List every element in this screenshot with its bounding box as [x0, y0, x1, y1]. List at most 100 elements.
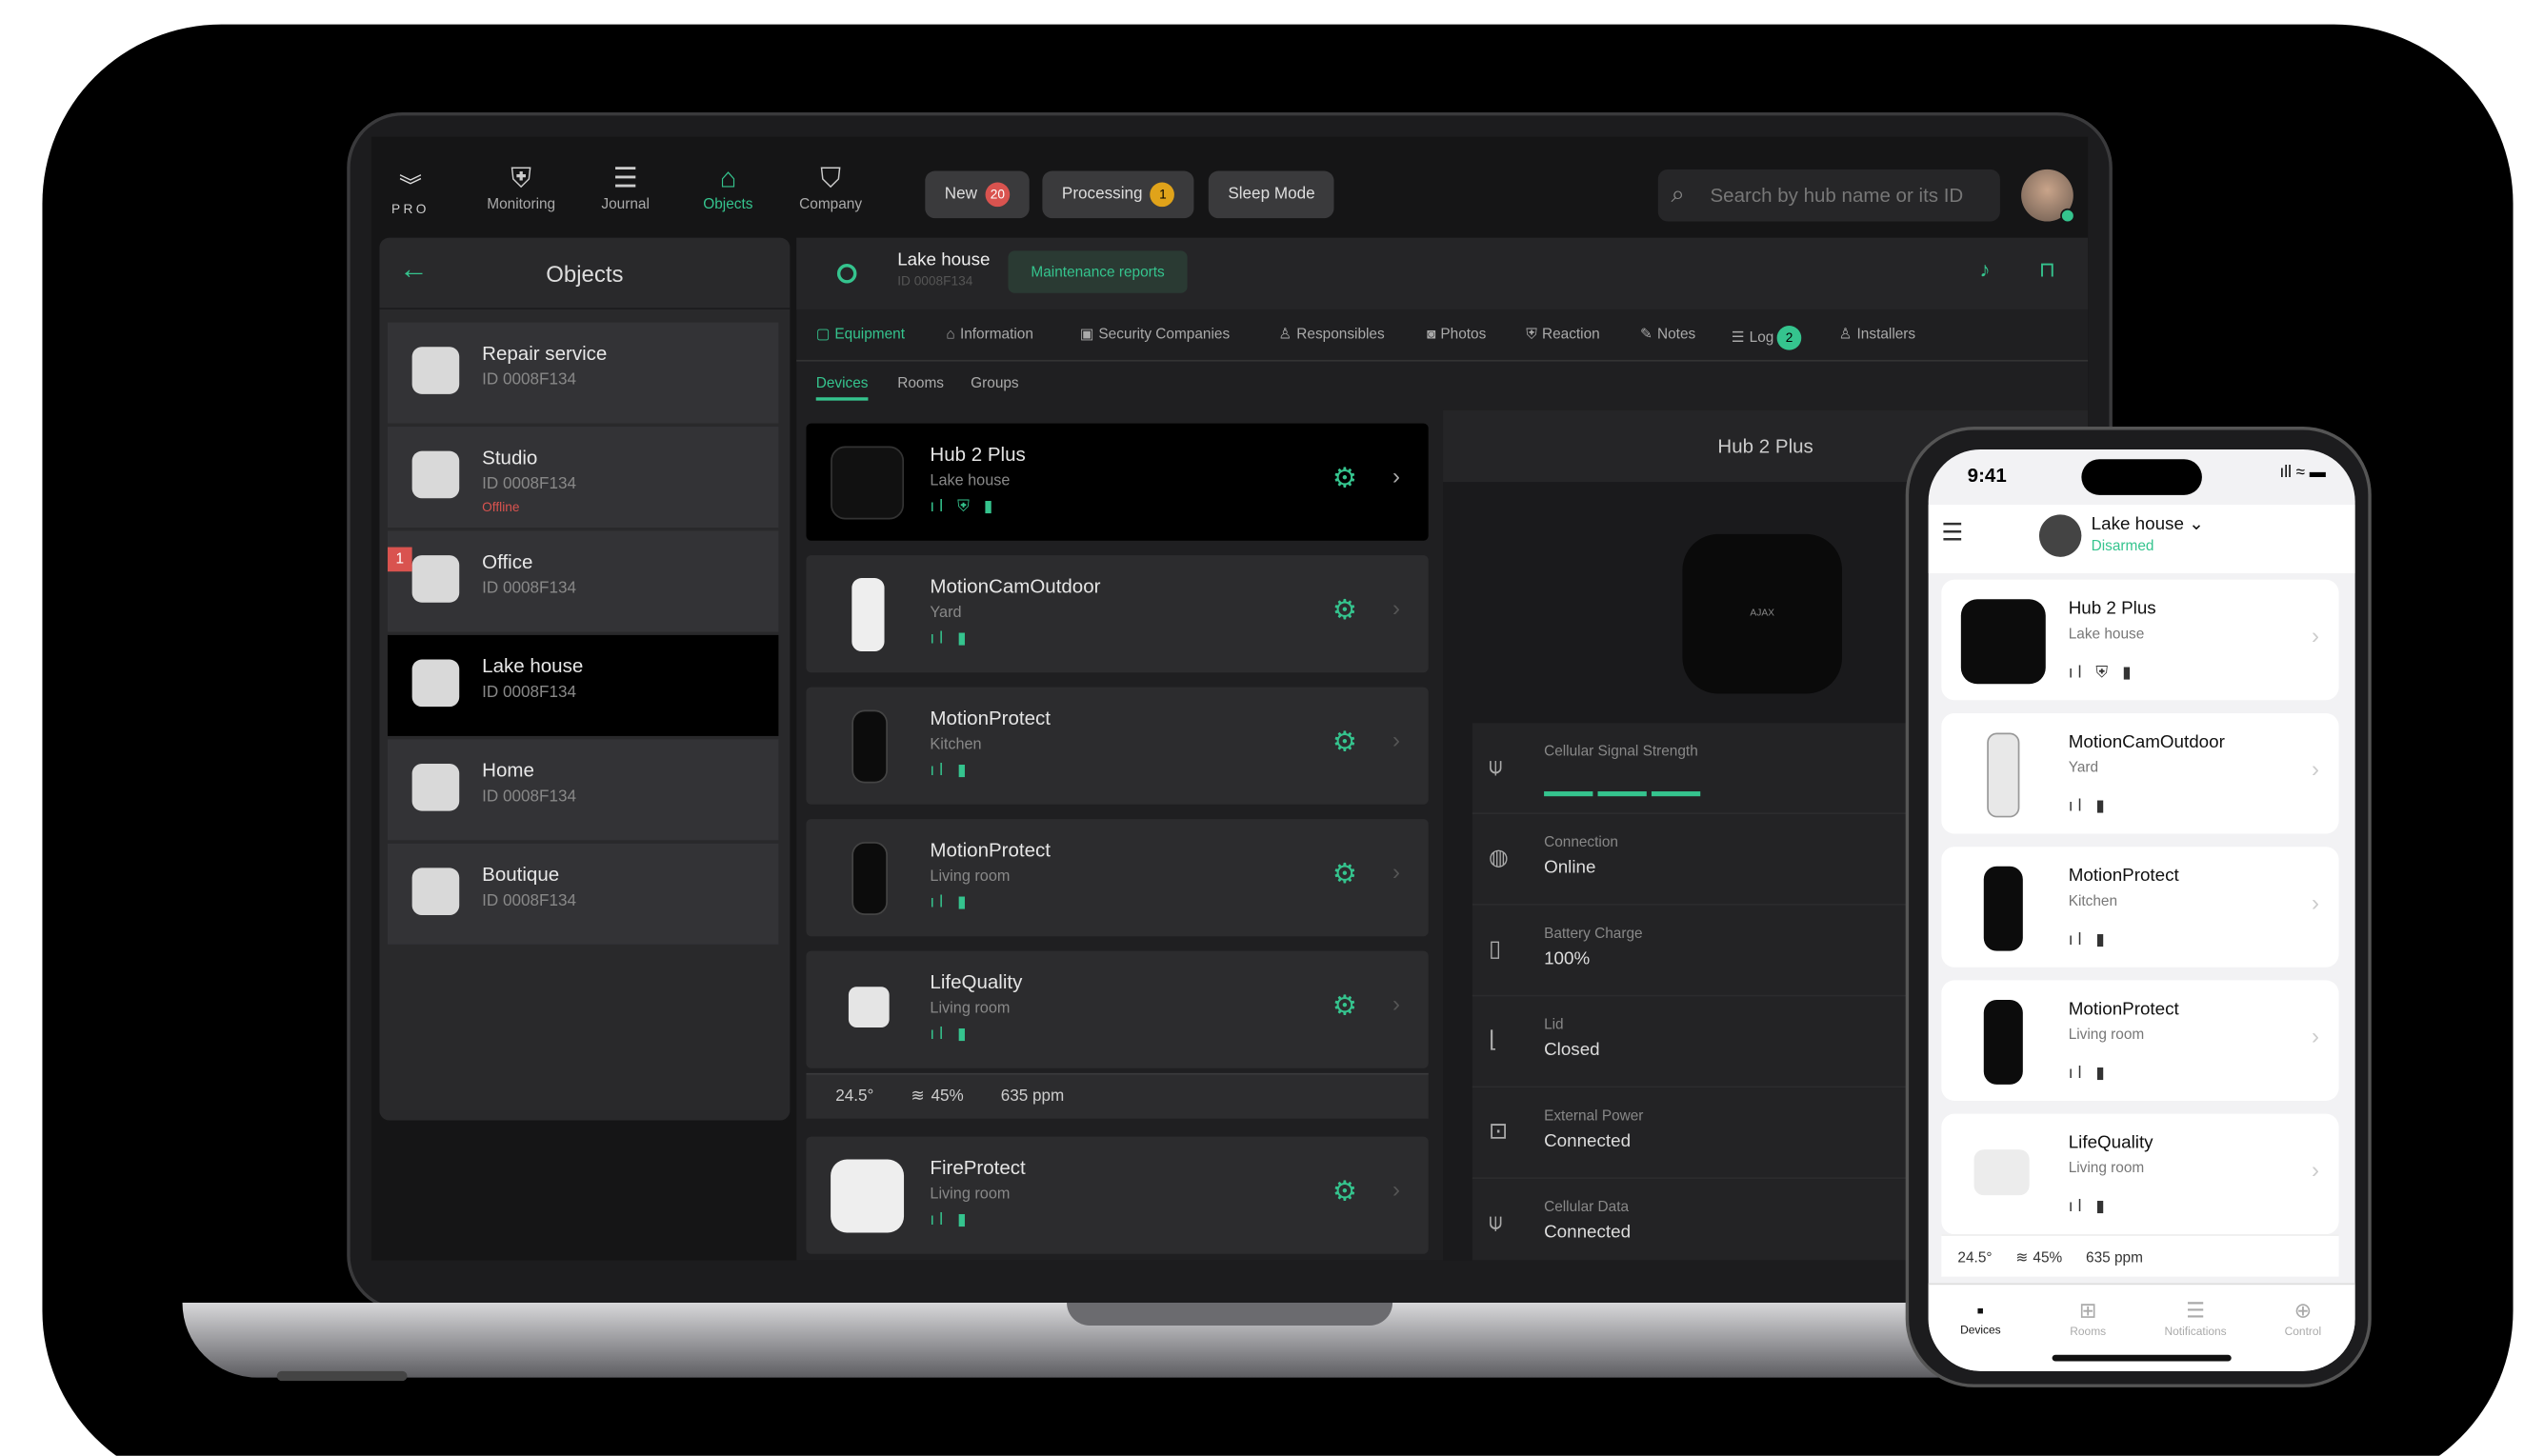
log-icon: ☰	[1731, 329, 1745, 346]
maintenance-reports-button[interactable]: Maintenance reports	[1008, 250, 1188, 293]
user-avatar[interactable]	[2021, 169, 2075, 224]
motionprotect-image	[851, 842, 888, 916]
motionprotect-image	[851, 709, 888, 784]
device-subtabs: Devices Rooms Groups	[796, 362, 2088, 410]
device-status-icons: ıl ▮	[2068, 931, 2110, 949]
device-row[interactable]: MotionProtect Kitchen ıl ▮ ⚙ ›	[806, 687, 1429, 805]
lock-icon[interactable]: ⊓	[2039, 257, 2055, 283]
log-count-badge: 2	[1776, 326, 1802, 350]
nav-objects[interactable]: ⌂ Objects	[679, 163, 777, 211]
object-item[interactable]: Boutique ID 0008F134	[387, 843, 779, 945]
subtab-devices[interactable]: Devices	[815, 374, 869, 401]
tab-notes[interactable]: ✎ Notes	[1640, 326, 1695, 344]
device-row[interactable]: MotionCamOutdoor Yard ıl ▮ ⚙ ›	[806, 555, 1429, 673]
object-item[interactable]: Studio ID 0008F134 Offline	[387, 427, 779, 529]
tab-installers[interactable]: ♙ Installers	[1839, 326, 1916, 344]
objects-title: Objects	[546, 260, 624, 287]
object-item-selected[interactable]: Lake house ID 0008F134	[387, 634, 779, 736]
phone-device-row[interactable]: MotionProtect Kitchen ıl ▮ ›	[1941, 847, 2339, 967]
phone-device-row[interactable]: MotionCamOutdoor Yard ıl ▮ ›	[1941, 712, 2339, 834]
chevron-right-icon[interactable]: ›	[1392, 990, 1400, 1016]
new-pill-button[interactable]: New 20	[925, 170, 1030, 219]
hub-header: Lake house ID 0008F134 Maintenance repor…	[796, 237, 2089, 309]
gear-icon[interactable]: ⚙	[1332, 1176, 1357, 1208]
object-item[interactable]: Home ID 0008F134	[387, 739, 779, 841]
sleep-mode-button[interactable]: Sleep Mode	[1208, 170, 1335, 219]
phone-hub-status: Disarmed	[2091, 537, 2154, 554]
object-item[interactable]: Repair service ID 0008F134	[387, 322, 779, 424]
tab-log[interactable]: ☰ Log 2	[1732, 326, 1802, 350]
tab-security-companies[interactable]: ▣ Security Companies	[1080, 326, 1230, 344]
phone-tab-notifications[interactable]: ☰ Notifications	[2150, 1298, 2241, 1339]
gear-icon[interactable]: ⚙	[1332, 594, 1357, 627]
motionprotect-image	[1983, 999, 2023, 1085]
device-row[interactable]: LifeQuality Living room ıl ▮ ⚙ ›	[806, 950, 1429, 1068]
phone-tab-devices[interactable]: ▪ Devices	[1934, 1298, 2026, 1337]
object-item[interactable]: 1 Office ID 0008F134	[387, 530, 779, 632]
equipment-icon: ▢	[815, 326, 831, 343]
phone-tab-rooms[interactable]: ⊞ Rooms	[2042, 1298, 2133, 1339]
object-thumbnail	[411, 450, 460, 499]
siren-icon: ⛨	[1526, 326, 1537, 343]
chevron-right-icon[interactable]: ›	[1392, 594, 1400, 620]
phone-hub-name[interactable]: Lake house ⌄	[2092, 513, 2204, 534]
tab-photos[interactable]: ◙ Photos	[1427, 326, 1486, 342]
hub-status-icon	[836, 264, 857, 284]
tab-equipment[interactable]: ▢ Equipment	[816, 326, 905, 344]
bell-icon[interactable]: ♪	[1980, 257, 1991, 282]
humidity-icon: ≋	[911, 1087, 925, 1107]
device-row-hub[interactable]: Hub 2 Plus Lake house ıl ⛨ ▮ ⚙ ›	[806, 423, 1429, 541]
chevron-right-icon[interactable]: ›	[1392, 858, 1400, 884]
tab-reaction[interactable]: ⛨ Reaction	[1526, 326, 1599, 344]
search-input[interactable]: ⌕ Search by hub name or its ID	[1657, 169, 2000, 222]
subtab-groups[interactable]: Groups	[971, 374, 1018, 390]
phone-tab-control[interactable]: ⊕ Control	[2257, 1298, 2349, 1339]
hub-avatar	[2038, 514, 2082, 557]
chevron-right-icon[interactable]: ›	[1392, 463, 1400, 489]
object-thumbnail	[411, 868, 460, 916]
menu-icon[interactable]: ☰	[1941, 518, 1963, 547]
object-thumbnail	[411, 659, 460, 708]
device-row[interactable]: FireProtect Living room ıl ▮ ⚙ ›	[806, 1136, 1429, 1254]
gear-icon[interactable]: ⚙	[1332, 990, 1357, 1023]
top-bar: ︾ PRO ⛨ Monitoring ☰ Journal ⌂ Objects ⛉ Com…	[371, 137, 2088, 235]
chevron-right-icon[interactable]: ›	[1392, 1176, 1400, 1202]
processing-count-badge: 1	[1151, 182, 1175, 207]
gear-icon[interactable]: ⚙	[1332, 727, 1357, 759]
hub-id: ID 0008F134	[897, 273, 973, 289]
motionprotect-image	[1983, 866, 2023, 951]
nav-monitoring[interactable]: ⛨ Monitoring	[472, 163, 571, 211]
processing-pill-button[interactable]: Processing 1	[1042, 170, 1195, 219]
chevron-down-icon: ⌄	[2189, 514, 2204, 534]
hub-device-image: AJAX	[1682, 533, 1843, 694]
nav-journal[interactable]: ☰ Journal	[576, 163, 674, 211]
gear-icon[interactable]: ⚙	[1332, 463, 1357, 495]
phone-device-row[interactable]: Hub 2 Plus Lake house ıl ⛨ ▮ ›	[1941, 579, 2339, 701]
phone-screen: 9:41 ıll ≈ ▬ ☰ Lake house ⌄ Disarmed Hub…	[1928, 449, 2355, 1371]
tab-information[interactable]: ⌂ Information	[947, 326, 1033, 342]
laptop-notch	[1067, 1303, 1393, 1326]
device-status-icons: ıl ▮	[2068, 1065, 2110, 1084]
phone-device-row[interactable]: MotionProtect Living room ıl ▮ ›	[1941, 980, 2339, 1101]
subtab-rooms[interactable]: Rooms	[897, 374, 944, 390]
pro-logo[interactable]: ︾ PRO	[383, 170, 438, 216]
objects-header: ← Objects	[379, 238, 791, 309]
search-icon: ⌕	[1671, 180, 1685, 209]
device-status-icons: ıl ▮	[930, 893, 972, 912]
laptop-foot	[276, 1370, 408, 1382]
chevron-right-icon: ›	[2312, 755, 2320, 782]
marketing-stage: ︾ PRO ⛨ Monitoring ☰ Journal ⌂ Objects ⛉ Com…	[0, 0, 2544, 1456]
device-status-icons: ıl ▮	[930, 1026, 972, 1045]
device-row[interactable]: MotionProtect Living room ıl ▮ ⚙ ›	[806, 819, 1429, 937]
hub-tabs: ▢ Equipment ⌂ Information ▣ Security Compan…	[796, 309, 2089, 362]
gear-icon[interactable]: ⚙	[1332, 858, 1357, 890]
hub-image	[1960, 599, 2046, 685]
sensor-readings: 24.5° ≋ 45% 635 ppm	[806, 1072, 1429, 1119]
phone-device-row[interactable]: LifeQuality Living room ıl ▮ ›	[1941, 1113, 2339, 1235]
chevron-right-icon[interactable]: ›	[1392, 727, 1400, 752]
tab-responsibles[interactable]: ♙ Responsibles	[1278, 326, 1384, 344]
nav-company[interactable]: ⛉ Company	[782, 163, 880, 211]
phone-time: 9:41	[1967, 464, 2007, 488]
pencil-icon: ✎	[1639, 326, 1653, 343]
journal-icon: ☰	[612, 163, 638, 194]
